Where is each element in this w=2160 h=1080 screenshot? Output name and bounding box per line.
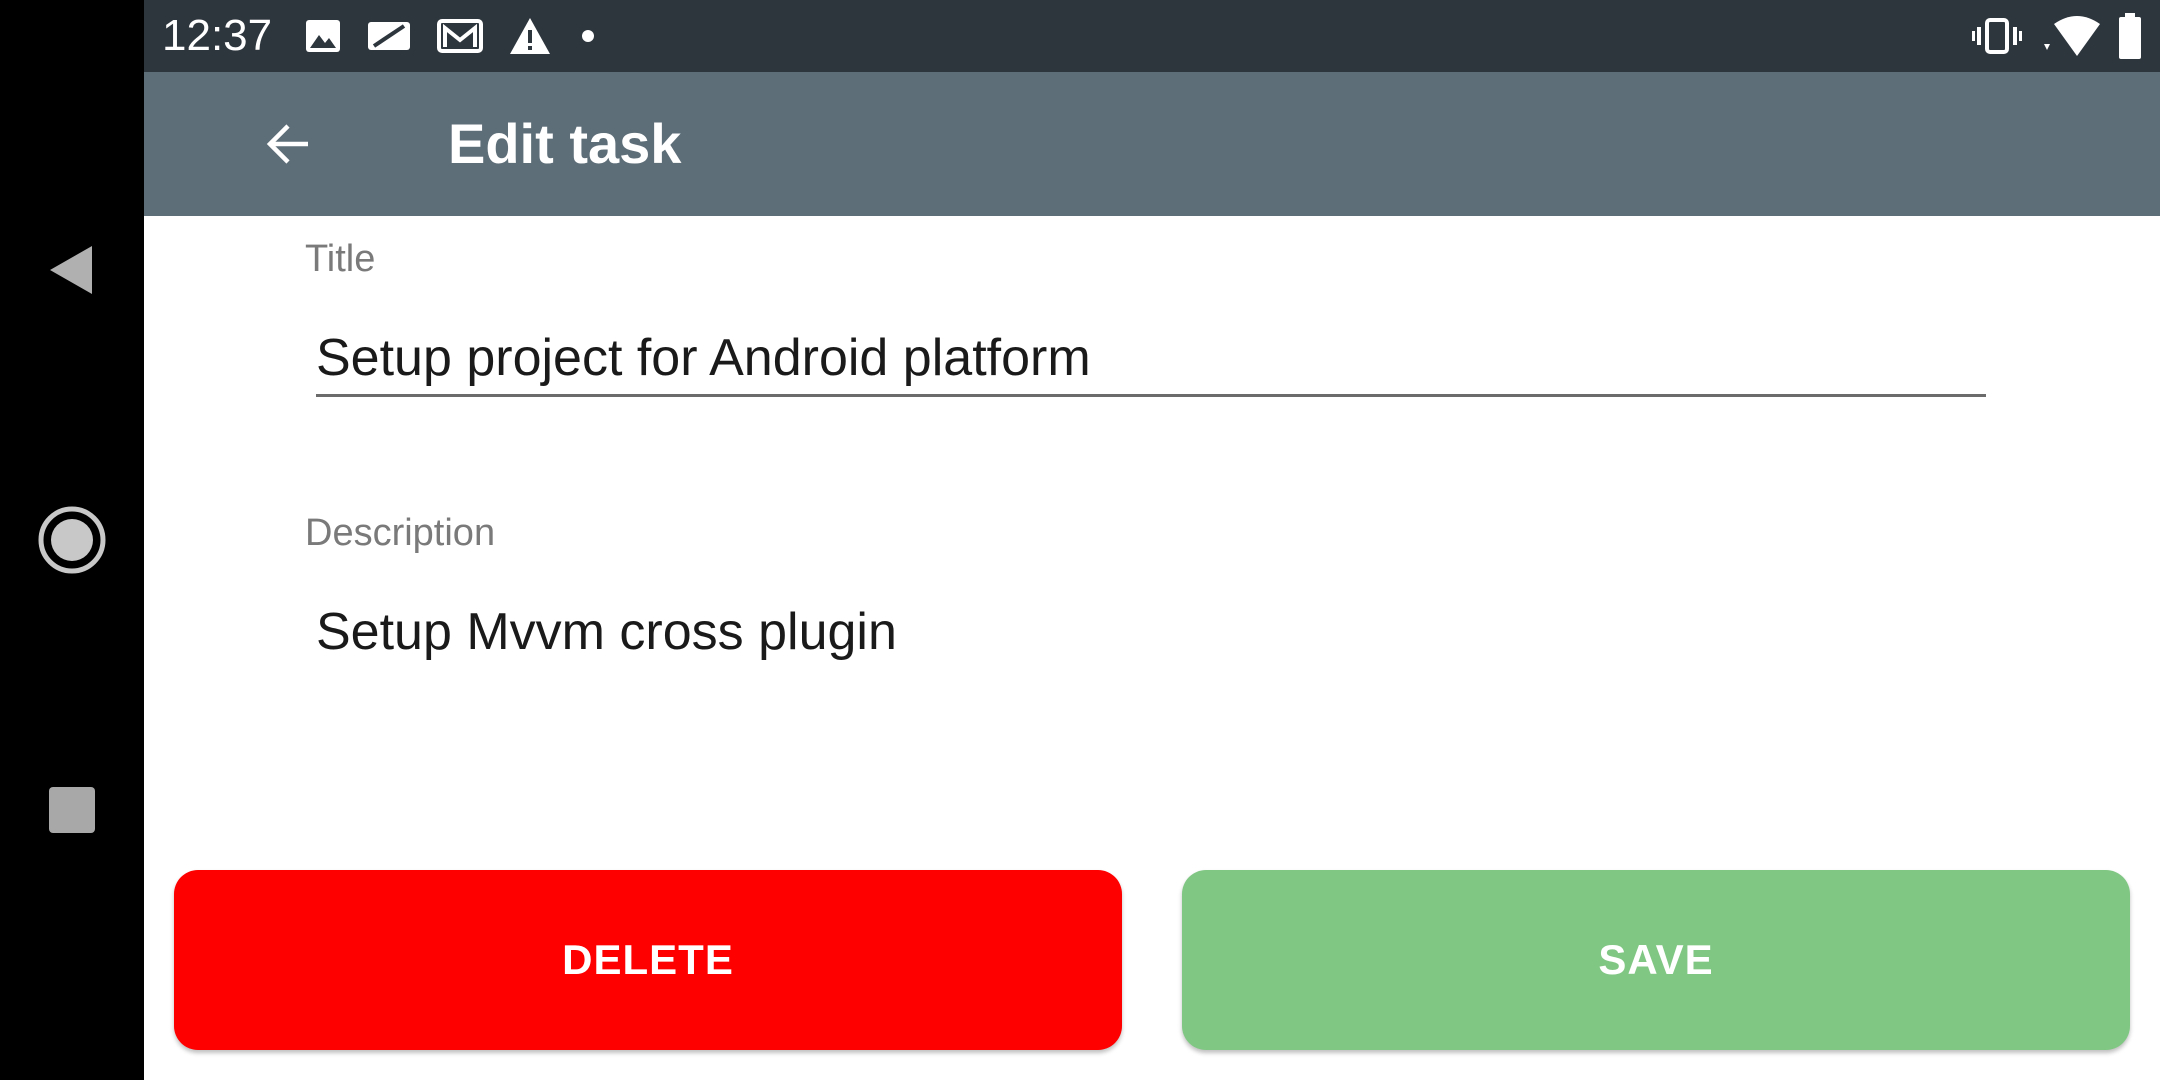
nav-home-button[interactable] (0, 480, 144, 600)
circle-home-icon (38, 506, 106, 574)
page-title: Edit task (448, 112, 682, 175)
wifi-icon (2044, 16, 2100, 56)
nav-back-button[interactable] (0, 210, 144, 330)
nav-recents-button[interactable] (0, 750, 144, 870)
description-label: Description (305, 512, 496, 554)
image-icon (306, 20, 340, 52)
save-button[interactable]: SAVE (1182, 870, 2130, 1050)
title-input[interactable] (316, 322, 1986, 397)
gmail-icon (437, 19, 483, 53)
sim-icon (368, 22, 410, 50)
notification-icons (304, 14, 600, 58)
delete-button[interactable]: DELETE (174, 870, 1122, 1050)
arrow-back-icon (266, 124, 308, 164)
dot-icon (582, 30, 594, 42)
status-bar: 12:37 (144, 0, 2160, 72)
triangle-back-icon (50, 246, 92, 294)
status-time: 12:37 (162, 11, 273, 60)
system-icons (1972, 12, 2144, 60)
description-input[interactable] (316, 596, 1986, 668)
square-recents-icon (49, 787, 95, 833)
navigation-bar (0, 0, 144, 1080)
title-label: Title (305, 238, 376, 280)
vibrate-icon (1972, 18, 2022, 54)
back-button[interactable] (252, 108, 324, 180)
battery-icon (2119, 13, 2141, 59)
warning-icon (510, 18, 550, 54)
app-bar: Edit task (144, 72, 2160, 216)
